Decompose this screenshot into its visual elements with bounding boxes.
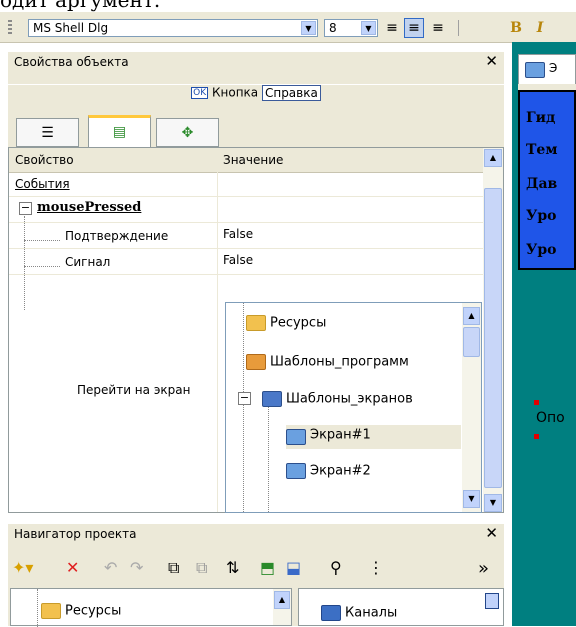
col-value[interactable]: Значение	[223, 153, 283, 167]
more-icon[interactable]: »	[478, 558, 489, 579]
move-icon: ✥	[181, 125, 194, 141]
redo-icon[interactable]: ↷	[130, 558, 143, 577]
editor-tab[interactable]: Э	[518, 54, 576, 84]
screen-tree-dropdown[interactable]: Ресурсы Шаблоны_программ − Шаблоны_экран…	[225, 302, 482, 513]
object-type: Кнопка	[211, 85, 259, 100]
chevron-down-icon[interactable]: ▼	[301, 21, 316, 35]
channels-icon	[321, 605, 341, 621]
scroll-up-icon[interactable]: ▲	[274, 591, 290, 609]
list-icon: ☰	[41, 125, 54, 141]
tree-item-screen-2[interactable]: Экран#2	[286, 463, 371, 479]
tree-view-icon[interactable]: ⋮	[368, 558, 384, 577]
folder-icon	[41, 603, 61, 619]
tree-item-resources[interactable]: Ресурсы	[246, 315, 326, 331]
selection-handle[interactable]	[534, 400, 539, 405]
scroll-thumb[interactable]	[463, 327, 480, 357]
nav-panel-title: Навигатор проекта	[14, 527, 137, 541]
nav-panel: ✦▾ ✕ ↶ ↷ ⧉ ⧉ ⇅ ⬒ ⬓ ⚲ ⋮ » Ресурсы ▲ Канал…	[8, 554, 504, 627]
export-icon[interactable]: ⬓	[286, 558, 301, 577]
tree-item-program-templates[interactable]: Шаблоны_программ	[246, 354, 409, 370]
collapse-icon[interactable]: −	[19, 202, 32, 215]
confirm-value[interactable]: False	[223, 227, 253, 241]
folder-icon	[246, 315, 266, 331]
close-icon[interactable]: ✕	[485, 524, 498, 542]
nav-item-channels[interactable]: Каналы	[321, 605, 397, 621]
info-icon[interactable]	[485, 593, 499, 609]
label-element[interactable]: Опо	[536, 410, 565, 426]
align-center-icon[interactable]: ≡	[404, 18, 424, 38]
font-name-select[interactable]: MS Shell Dlg ▼	[28, 19, 318, 37]
goto-screen-property: Перейти на экран	[77, 383, 191, 397]
chevron-down-icon[interactable]: ▼	[361, 21, 376, 35]
signal-property: Сигнал	[65, 255, 111, 269]
program-template-icon	[246, 354, 266, 370]
document-text-fragment: одит аргумент.	[0, 0, 576, 12]
tab-events[interactable]: ▤	[88, 115, 151, 148]
scroll-up-icon[interactable]: ▲	[484, 149, 502, 167]
grid-scrollbar[interactable]: ▲ ▼	[483, 148, 503, 512]
events-icon: ▤	[112, 124, 127, 140]
delete-icon[interactable]: ✕	[66, 558, 79, 577]
align-right-icon[interactable]: ≡	[428, 18, 448, 38]
italic-button[interactable]: I	[530, 18, 550, 38]
scroll-down-icon[interactable]: ▼	[463, 490, 480, 508]
toolbar-grip[interactable]	[8, 20, 12, 36]
mousepressed-event[interactable]: mousePressed	[37, 200, 141, 215]
scroll-thumb[interactable]	[484, 188, 502, 488]
col-property[interactable]: Свойство	[15, 153, 74, 167]
info-panel[interactable]: Гид Тем Дав Уро Уро	[518, 90, 576, 270]
screen-icon	[525, 62, 545, 78]
tree-item-screen-templates[interactable]: Шаблоны_экранов	[262, 391, 413, 407]
props-panel-title: Свойства объекта	[14, 55, 129, 69]
import-icon[interactable]: ⬒	[260, 558, 275, 577]
bold-button[interactable]: B	[506, 18, 526, 38]
nav-tree: Ресурсы ▲	[10, 588, 292, 627]
grid-header: Свойство Значение	[9, 148, 483, 173]
tab-properties[interactable]: ☰	[16, 118, 79, 147]
close-icon[interactable]: ✕	[485, 52, 498, 70]
tab-bindings[interactable]: ✥	[156, 118, 219, 147]
tree-item-screen-1[interactable]: Экран#1	[286, 425, 461, 449]
props-panel-header: Свойства объекта ✕	[8, 52, 504, 84]
screen-templates-icon	[262, 391, 282, 407]
scroll-down-icon[interactable]: ▼	[484, 494, 502, 512]
selection-handle[interactable]	[534, 434, 539, 439]
format-toolbar: MS Shell Dlg ▼ 8 ▼ ≡ ≡ ≡ B I	[0, 12, 576, 43]
undo-icon[interactable]: ↶	[104, 558, 117, 577]
new-item-icon[interactable]: ✦▾	[12, 558, 33, 577]
tree-scrollbar[interactable]: ▲ ▼	[462, 303, 481, 512]
font-size-select[interactable]: 8 ▼	[324, 19, 378, 37]
nav-scrollbar[interactable]: ▲	[273, 589, 291, 625]
nav-panel-header: Навигатор проекта ✕	[8, 524, 504, 554]
screen-editor: Э Гид Тем Дав Уро Уро Опо	[512, 42, 576, 626]
confirm-property: Подтверждение	[65, 229, 169, 243]
object-name: Справка	[261, 85, 321, 101]
events-row[interactable]: События	[15, 177, 70, 191]
collapse-icon[interactable]: −	[238, 392, 251, 405]
sort-icon[interactable]: ⇅	[226, 558, 239, 577]
scroll-up-icon[interactable]: ▲	[463, 307, 480, 325]
paste-icon[interactable]: ⧉	[196, 558, 207, 578]
signal-value[interactable]: False	[223, 253, 253, 267]
copy-icon[interactable]: ⧉	[168, 558, 179, 578]
object-info: OK Кнопка Справка	[8, 85, 504, 119]
screen-icon	[286, 429, 306, 445]
props-panel: OK Кнопка Справка ☰ ▤ ✥ Свойство Значени…	[8, 85, 504, 513]
align-left-icon[interactable]: ≡	[382, 18, 402, 38]
nav-channels-list: Каналы	[298, 588, 504, 626]
button-object-icon: OK	[191, 87, 209, 99]
nav-item-resources[interactable]: Ресурсы	[41, 603, 121, 619]
screen-icon	[286, 463, 306, 479]
find-icon[interactable]: ⚲	[330, 558, 342, 577]
